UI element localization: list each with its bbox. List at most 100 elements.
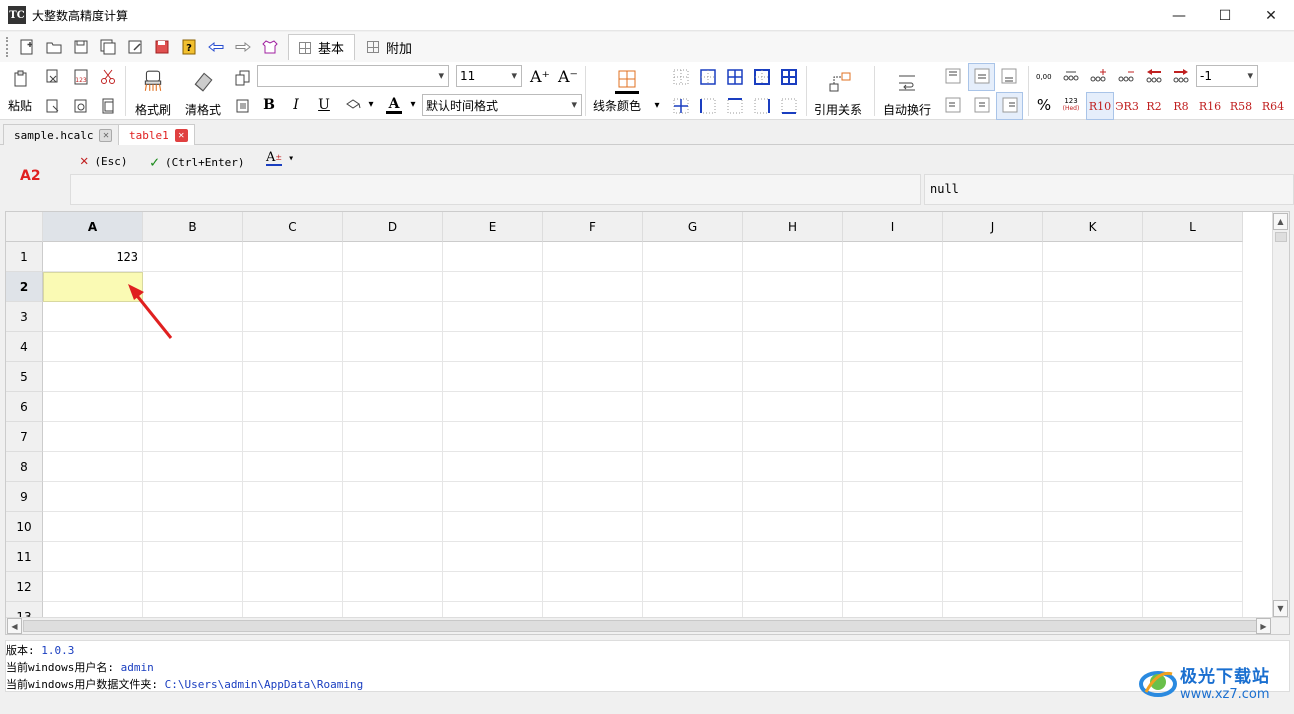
grid-cell[interactable] (243, 302, 343, 332)
grid-cell[interactable] (543, 542, 643, 572)
auto-wrap-label[interactable]: 自动换行 (883, 101, 931, 118)
grid-cell[interactable] (543, 302, 643, 332)
close-tab-icon[interactable]: ✕ (99, 128, 113, 142)
fill-color-dropdown-icon[interactable]: ▾ (366, 97, 376, 111)
help-icon[interactable]: ? (178, 36, 200, 58)
grid-cell[interactable] (743, 422, 843, 452)
border-all-icon[interactable] (724, 66, 746, 88)
column-header[interactable]: C (243, 212, 343, 242)
grid-cell[interactable] (743, 392, 843, 422)
formula-input[interactable] (70, 174, 921, 205)
grid-cell[interactable] (943, 242, 1043, 272)
paste-icon[interactable] (10, 68, 32, 90)
increase-decimal-icon[interactable] (1087, 66, 1109, 86)
grid-cell[interactable] (843, 542, 943, 572)
clear-format-label[interactable]: 清格式 (185, 101, 221, 118)
column-header[interactable]: I (843, 212, 943, 242)
grid-cell[interactable] (843, 482, 943, 512)
font-color-button[interactable]: A (384, 95, 404, 115)
grid-cell[interactable] (43, 452, 143, 482)
border-grid-icon[interactable] (778, 66, 800, 88)
grid-cell[interactable] (743, 242, 843, 272)
new-file-icon[interactable] (16, 36, 38, 58)
grid-cell[interactable] (343, 242, 443, 272)
align-center-icon[interactable] (971, 94, 993, 116)
line-color-icon[interactable] (614, 68, 640, 94)
grid-cell[interactable] (143, 362, 243, 392)
column-header[interactable]: L (1143, 212, 1243, 242)
grid-cell[interactable] (443, 392, 543, 422)
row-header[interactable]: 5 (6, 362, 43, 392)
document-icon[interactable] (97, 95, 119, 117)
grid-cell[interactable] (743, 512, 843, 542)
grid-cell[interactable] (343, 452, 443, 482)
grid-cell[interactable] (243, 332, 343, 362)
grid-cell[interactable] (143, 542, 243, 572)
column-header[interactable]: G (643, 212, 743, 242)
radix-64-button[interactable]: R64 (1260, 97, 1286, 115)
grid-cell[interactable] (443, 512, 543, 542)
reference-label[interactable]: 引用关系 (814, 101, 862, 118)
grid-cell[interactable] (743, 542, 843, 572)
grid-cell[interactable] (143, 512, 243, 542)
row-header[interactable]: 12 (6, 572, 43, 602)
grid-cell[interactable] (843, 362, 943, 392)
shift-right-icon[interactable] (1170, 66, 1192, 86)
grid-cell[interactable] (1143, 272, 1243, 302)
grid-cell[interactable] (743, 272, 843, 302)
save-all-icon[interactable] (97, 36, 119, 58)
shirt-icon[interactable] (259, 36, 281, 58)
grid-cell[interactable] (743, 362, 843, 392)
grid-cell[interactable] (943, 272, 1043, 302)
grid-cell[interactable] (1143, 362, 1243, 392)
grid-cell[interactable] (643, 542, 743, 572)
grid-cell[interactable] (1143, 302, 1243, 332)
grid-cell[interactable] (143, 242, 243, 272)
radix-58-button[interactable]: R58 (1228, 97, 1254, 115)
grid-cell[interactable] (743, 572, 843, 602)
row-header[interactable]: 9 (6, 482, 43, 512)
grid-cell[interactable] (343, 392, 443, 422)
scroll-right-icon[interactable]: ▶ (1256, 618, 1271, 634)
font-size-combo[interactable]: 11 ▾ (456, 65, 522, 87)
grid-cell[interactable] (743, 332, 843, 362)
vertical-scroll-thumb[interactable] (1275, 232, 1287, 242)
grid-cell[interactable] (1143, 572, 1243, 602)
grid-cell[interactable] (443, 272, 543, 302)
italic-button[interactable]: I (287, 97, 305, 113)
grid-cell[interactable] (243, 542, 343, 572)
tab-extra[interactable]: 附加 (357, 34, 422, 60)
font-color-dropdown-icon[interactable]: ▾ (408, 97, 418, 111)
grid-cell[interactable] (1143, 512, 1243, 542)
minimize-button[interactable]: — (1156, 0, 1202, 31)
close-tab-icon[interactable]: ✕ (174, 128, 188, 142)
grid-cell[interactable] (443, 362, 543, 392)
grid-cell[interactable] (1043, 362, 1143, 392)
thousands-icon[interactable] (1060, 66, 1082, 86)
grid-cell[interactable] (643, 572, 743, 602)
grid-cell[interactable] (343, 482, 443, 512)
copy-number-icon[interactable]: 123 (70, 66, 92, 88)
grid-cell[interactable] (543, 362, 643, 392)
grid-cell[interactable] (643, 272, 743, 302)
grid-cell[interactable] (1143, 392, 1243, 422)
format-painter-icon[interactable] (140, 68, 166, 94)
grid-cell[interactable] (43, 392, 143, 422)
grid-cell[interactable] (843, 392, 943, 422)
number-format-button[interactable]: 123 (Hed) (1059, 94, 1083, 116)
grid-cell[interactable] (443, 422, 543, 452)
date-format-combo[interactable]: 默认时间格式 ▾ (422, 94, 582, 116)
close-button[interactable]: ✕ (1248, 0, 1294, 31)
grid-cell[interactable] (243, 482, 343, 512)
grid-cell[interactable] (843, 332, 943, 362)
line-color-dropdown-icon[interactable]: ▾ (652, 98, 662, 112)
row-header[interactable]: 6 (6, 392, 43, 422)
grid-cell[interactable] (1043, 392, 1143, 422)
column-header[interactable]: F (543, 212, 643, 242)
cut-icon[interactable] (97, 66, 119, 88)
select-all-corner[interactable] (6, 212, 43, 242)
grid-cell[interactable] (843, 272, 943, 302)
radix-8-button[interactable]: R8 (1169, 97, 1193, 115)
grid-cell[interactable] (343, 542, 443, 572)
open-folder-icon[interactable] (43, 36, 65, 58)
